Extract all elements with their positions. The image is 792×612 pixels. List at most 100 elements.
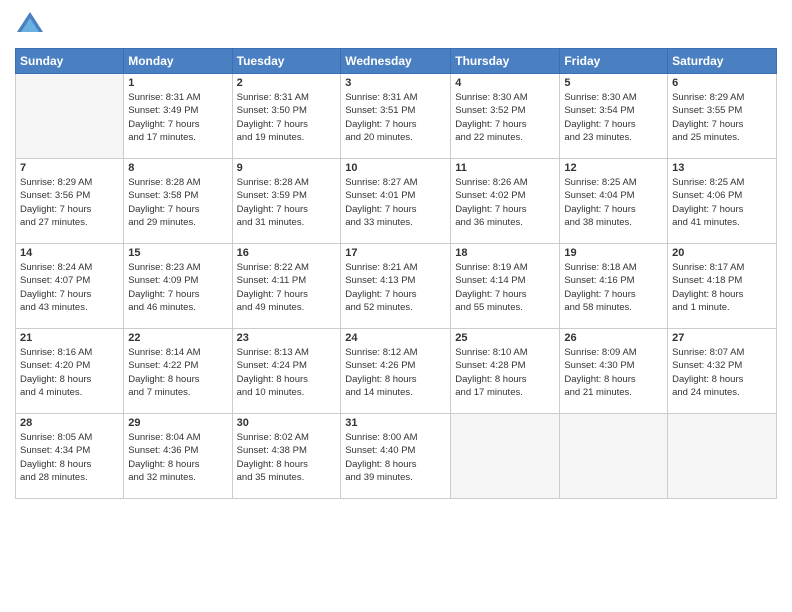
calendar-cell: 13 Sunrise: 8:25 AMSunset: 4:06 PMDayligh… bbox=[668, 159, 777, 244]
calendar-cell: 7 Sunrise: 8:29 AMSunset: 3:56 PMDaylight… bbox=[16, 159, 124, 244]
calendar-cell: 20 Sunrise: 8:17 AMSunset: 4:18 PMDayligh… bbox=[668, 244, 777, 329]
day-number: 1 bbox=[128, 77, 227, 89]
day-info: Sunrise: 8:27 AMSunset: 4:01 PMDaylight:… bbox=[345, 176, 446, 229]
calendar-cell: 29 Sunrise: 8:04 AMSunset: 4:36 PMDayligh… bbox=[124, 414, 232, 499]
day-number: 11 bbox=[455, 162, 555, 174]
day-number: 20 bbox=[672, 247, 772, 259]
weekday-header-wednesday: Wednesday bbox=[341, 49, 451, 74]
day-info: Sunrise: 8:30 AMSunset: 3:54 PMDaylight:… bbox=[564, 91, 663, 144]
calendar-week-0: 1 Sunrise: 8:31 AMSunset: 3:49 PMDaylight… bbox=[16, 74, 777, 159]
day-info: Sunrise: 8:09 AMSunset: 4:30 PMDaylight:… bbox=[564, 346, 663, 399]
day-number: 3 bbox=[345, 77, 446, 89]
day-number: 16 bbox=[237, 247, 337, 259]
calendar-cell bbox=[668, 414, 777, 499]
day-info: Sunrise: 8:31 AMSunset: 3:49 PMDaylight:… bbox=[128, 91, 227, 144]
day-number: 9 bbox=[237, 162, 337, 174]
calendar-cell: 28 Sunrise: 8:05 AMSunset: 4:34 PMDayligh… bbox=[16, 414, 124, 499]
calendar-week-1: 7 Sunrise: 8:29 AMSunset: 3:56 PMDaylight… bbox=[16, 159, 777, 244]
logo-icon bbox=[15, 10, 45, 40]
day-number: 27 bbox=[672, 332, 772, 344]
day-info: Sunrise: 8:18 AMSunset: 4:16 PMDaylight:… bbox=[564, 261, 663, 314]
weekday-header-friday: Friday bbox=[560, 49, 668, 74]
day-info: Sunrise: 8:21 AMSunset: 4:13 PMDaylight:… bbox=[345, 261, 446, 314]
day-number: 19 bbox=[564, 247, 663, 259]
day-info: Sunrise: 8:04 AMSunset: 4:36 PMDaylight:… bbox=[128, 431, 227, 484]
weekday-header-monday: Monday bbox=[124, 49, 232, 74]
calendar-cell: 18 Sunrise: 8:19 AMSunset: 4:14 PMDayligh… bbox=[451, 244, 560, 329]
day-info: Sunrise: 8:14 AMSunset: 4:22 PMDaylight:… bbox=[128, 346, 227, 399]
day-number: 26 bbox=[564, 332, 663, 344]
calendar-cell: 1 Sunrise: 8:31 AMSunset: 3:49 PMDaylight… bbox=[124, 74, 232, 159]
calendar-cell: 30 Sunrise: 8:02 AMSunset: 4:38 PMDayligh… bbox=[232, 414, 341, 499]
calendar-cell: 11 Sunrise: 8:26 AMSunset: 4:02 PMDayligh… bbox=[451, 159, 560, 244]
calendar-cell: 24Sunrise: 8:12 AMSunset: 4:26 PMDayligh… bbox=[341, 329, 451, 414]
calendar-cell: 31 Sunrise: 8:00 AMSunset: 4:40 PMDayligh… bbox=[341, 414, 451, 499]
day-info: Sunrise: 8:07 AMSunset: 4:32 PMDaylight:… bbox=[672, 346, 772, 399]
day-number: 6 bbox=[672, 77, 772, 89]
day-number: 21 bbox=[20, 332, 119, 344]
day-info: Sunrise: 8:02 AMSunset: 4:38 PMDaylight:… bbox=[237, 431, 337, 484]
day-info: Sunrise: 8:29 AMSunset: 3:55 PMDaylight:… bbox=[672, 91, 772, 144]
day-info: Sunrise: 8:31 AMSunset: 3:50 PMDaylight:… bbox=[237, 91, 337, 144]
day-number: 30 bbox=[237, 417, 337, 429]
day-info: Sunrise: 8:31 AMSunset: 3:51 PMDaylight:… bbox=[345, 91, 446, 144]
day-number: 31 bbox=[345, 417, 446, 429]
day-info: Sunrise: 8:24 AMSunset: 4:07 PMDaylight:… bbox=[20, 261, 119, 314]
calendar-cell: 12 Sunrise: 8:25 AMSunset: 4:04 PMDayligh… bbox=[560, 159, 668, 244]
day-info: Sunrise: 8:25 AMSunset: 4:06 PMDaylight:… bbox=[672, 176, 772, 229]
calendar-cell bbox=[16, 74, 124, 159]
day-info: Sunrise: 8:29 AMSunset: 3:56 PMDaylight:… bbox=[20, 176, 119, 229]
day-number: 18 bbox=[455, 247, 555, 259]
day-number: 12 bbox=[564, 162, 663, 174]
day-info: Sunrise: 8:17 AMSunset: 4:18 PMDaylight:… bbox=[672, 261, 772, 314]
calendar-cell: 9 Sunrise: 8:28 AMSunset: 3:59 PMDaylight… bbox=[232, 159, 341, 244]
calendar-cell bbox=[451, 414, 560, 499]
calendar-cell bbox=[560, 414, 668, 499]
calendar-week-3: 21 Sunrise: 8:16 AMSunset: 4:20 PMDayligh… bbox=[16, 329, 777, 414]
calendar-cell: 2Sunrise: 8:31 AMSunset: 3:50 PMDaylight… bbox=[232, 74, 341, 159]
day-number: 25 bbox=[455, 332, 555, 344]
calendar-week-2: 14 Sunrise: 8:24 AMSunset: 4:07 PMDayligh… bbox=[16, 244, 777, 329]
weekday-header-saturday: Saturday bbox=[668, 49, 777, 74]
weekday-header-thursday: Thursday bbox=[451, 49, 560, 74]
day-number: 5 bbox=[564, 77, 663, 89]
day-info: Sunrise: 8:28 AMSunset: 3:58 PMDaylight:… bbox=[128, 176, 227, 229]
day-info: Sunrise: 8:30 AMSunset: 3:52 PMDaylight:… bbox=[455, 91, 555, 144]
day-info: Sunrise: 8:23 AMSunset: 4:09 PMDaylight:… bbox=[128, 261, 227, 314]
day-number: 14 bbox=[20, 247, 119, 259]
day-number: 24 bbox=[345, 332, 446, 344]
calendar-cell: 6 Sunrise: 8:29 AMSunset: 3:55 PMDaylight… bbox=[668, 74, 777, 159]
header bbox=[15, 10, 777, 40]
day-info: Sunrise: 8:26 AMSunset: 4:02 PMDaylight:… bbox=[455, 176, 555, 229]
day-info: Sunrise: 8:10 AMSunset: 4:28 PMDaylight:… bbox=[455, 346, 555, 399]
day-info: Sunrise: 8:19 AMSunset: 4:14 PMDaylight:… bbox=[455, 261, 555, 314]
day-info: Sunrise: 8:00 AMSunset: 4:40 PMDaylight:… bbox=[345, 431, 446, 484]
calendar-cell: 27 Sunrise: 8:07 AMSunset: 4:32 PMDayligh… bbox=[668, 329, 777, 414]
day-info: Sunrise: 8:22 AMSunset: 4:11 PMDaylight:… bbox=[237, 261, 337, 314]
calendar-cell: 17Sunrise: 8:21 AMSunset: 4:13 PMDayligh… bbox=[341, 244, 451, 329]
page: SundayMondayTuesdayWednesdayThursdayFrid… bbox=[0, 0, 792, 612]
day-number: 7 bbox=[20, 162, 119, 174]
calendar-table: SundayMondayTuesdayWednesdayThursdayFrid… bbox=[15, 48, 777, 499]
day-number: 4 bbox=[455, 77, 555, 89]
day-number: 23 bbox=[237, 332, 337, 344]
day-number: 28 bbox=[20, 417, 119, 429]
calendar-cell: 4 Sunrise: 8:30 AMSunset: 3:52 PMDaylight… bbox=[451, 74, 560, 159]
day-number: 22 bbox=[128, 332, 227, 344]
calendar-cell: 8Sunrise: 8:28 AMSunset: 3:58 PMDaylight… bbox=[124, 159, 232, 244]
calendar-cell: 23 Sunrise: 8:13 AMSunset: 4:24 PMDayligh… bbox=[232, 329, 341, 414]
calendar-cell: 10 Sunrise: 8:27 AMSunset: 4:01 PMDayligh… bbox=[341, 159, 451, 244]
calendar-header-row: SundayMondayTuesdayWednesdayThursdayFrid… bbox=[16, 49, 777, 74]
day-info: Sunrise: 8:13 AMSunset: 4:24 PMDaylight:… bbox=[237, 346, 337, 399]
day-info: Sunrise: 8:16 AMSunset: 4:20 PMDaylight:… bbox=[20, 346, 119, 399]
day-number: 13 bbox=[672, 162, 772, 174]
day-number: 15 bbox=[128, 247, 227, 259]
calendar-cell: 16 Sunrise: 8:22 AMSunset: 4:11 PMDayligh… bbox=[232, 244, 341, 329]
day-number: 10 bbox=[345, 162, 446, 174]
calendar-cell: 25 Sunrise: 8:10 AMSunset: 4:28 PMDayligh… bbox=[451, 329, 560, 414]
day-info: Sunrise: 8:28 AMSunset: 3:59 PMDaylight:… bbox=[237, 176, 337, 229]
weekday-header-tuesday: Tuesday bbox=[232, 49, 341, 74]
day-info: Sunrise: 8:25 AMSunset: 4:04 PMDaylight:… bbox=[564, 176, 663, 229]
day-number: 29 bbox=[128, 417, 227, 429]
day-info: Sunrise: 8:05 AMSunset: 4:34 PMDaylight:… bbox=[20, 431, 119, 484]
